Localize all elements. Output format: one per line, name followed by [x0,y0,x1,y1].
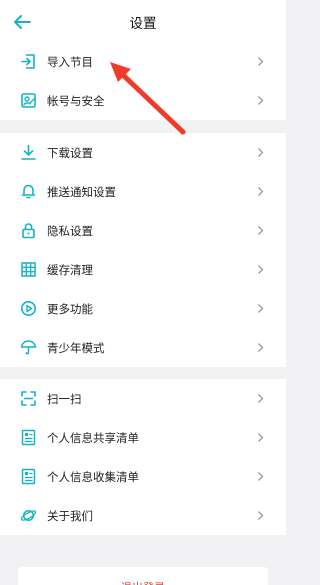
row-label: 关于我们 [47,508,93,523]
chevron-right-icon [258,394,264,403]
chevron-right-icon [258,57,264,66]
chevron-right-icon [258,187,264,196]
download-settings-row[interactable]: 下载设置 [0,133,286,172]
more-features-row[interactable]: 更多功能 [0,289,286,328]
chevron-right-icon [258,148,264,157]
document-list-icon [21,468,36,485]
row-label: 下载设置 [47,145,93,160]
grid-cache-icon [21,262,36,277]
page-title: 设置 [129,16,157,32]
umbrella-icon [20,340,37,355]
row-label: 隐私设置 [47,223,93,238]
download-icon [21,144,36,160]
top-bar: 设置 [0,0,286,44]
row-label: 帐号与安全 [47,93,105,108]
planet-icon [20,509,37,522]
account-security-row[interactable]: 帐号与安全 [0,81,286,120]
row-label: 扫一扫 [47,391,82,406]
account-security-icon [21,93,36,108]
chevron-right-icon [258,433,264,442]
lock-icon [22,223,35,239]
row-label: 推送通知设置 [47,184,116,199]
document-list-icon [21,429,36,446]
chevron-right-icon [258,304,264,313]
cache-clear-row[interactable]: 缓存清理 [0,250,286,289]
chevron-right-icon [258,343,264,352]
bell-icon [21,184,36,199]
chevron-right-icon [258,472,264,481]
row-label: 缓存清理 [47,262,93,277]
settings-group-general: 下载设置 推送通知设置 隐私设置 缓存清理 更多功能 青少年模式 [0,133,286,367]
teen-mode-row[interactable]: 青少年模式 [0,328,286,367]
privacy-settings-row[interactable]: 隐私设置 [0,211,286,250]
chevron-right-icon [258,511,264,520]
row-label: 更多功能 [47,301,93,316]
row-label: 个人信息收集清单 [47,469,139,484]
logout-button[interactable]: 退出登录 [18,567,268,585]
chevron-right-icon [258,96,264,105]
chevron-right-icon [258,226,264,235]
logout-label: 退出登录 [18,567,268,585]
info-collection-list-row[interactable]: 个人信息收集清单 [0,457,286,496]
import-programs-row[interactable]: 导入节目 [0,42,286,81]
play-circle-icon [21,301,36,316]
import-icon [21,54,35,69]
row-label: 个人信息共享清单 [47,430,139,445]
scan-row[interactable]: 扫一扫 [0,379,286,418]
scan-icon [21,391,36,406]
settings-group-account: 导入节目 帐号与安全 [0,42,286,120]
row-label: 导入节目 [47,54,93,69]
push-notification-row[interactable]: 推送通知设置 [0,172,286,211]
info-sharing-list-row[interactable]: 个人信息共享清单 [0,418,286,457]
about-us-row[interactable]: 关于我们 [0,496,286,535]
chevron-right-icon [258,265,264,274]
row-label: 青少年模式 [47,340,105,355]
settings-group-info: 扫一扫 个人信息共享清单 个人信息收集清单 关于我们 [0,379,286,535]
